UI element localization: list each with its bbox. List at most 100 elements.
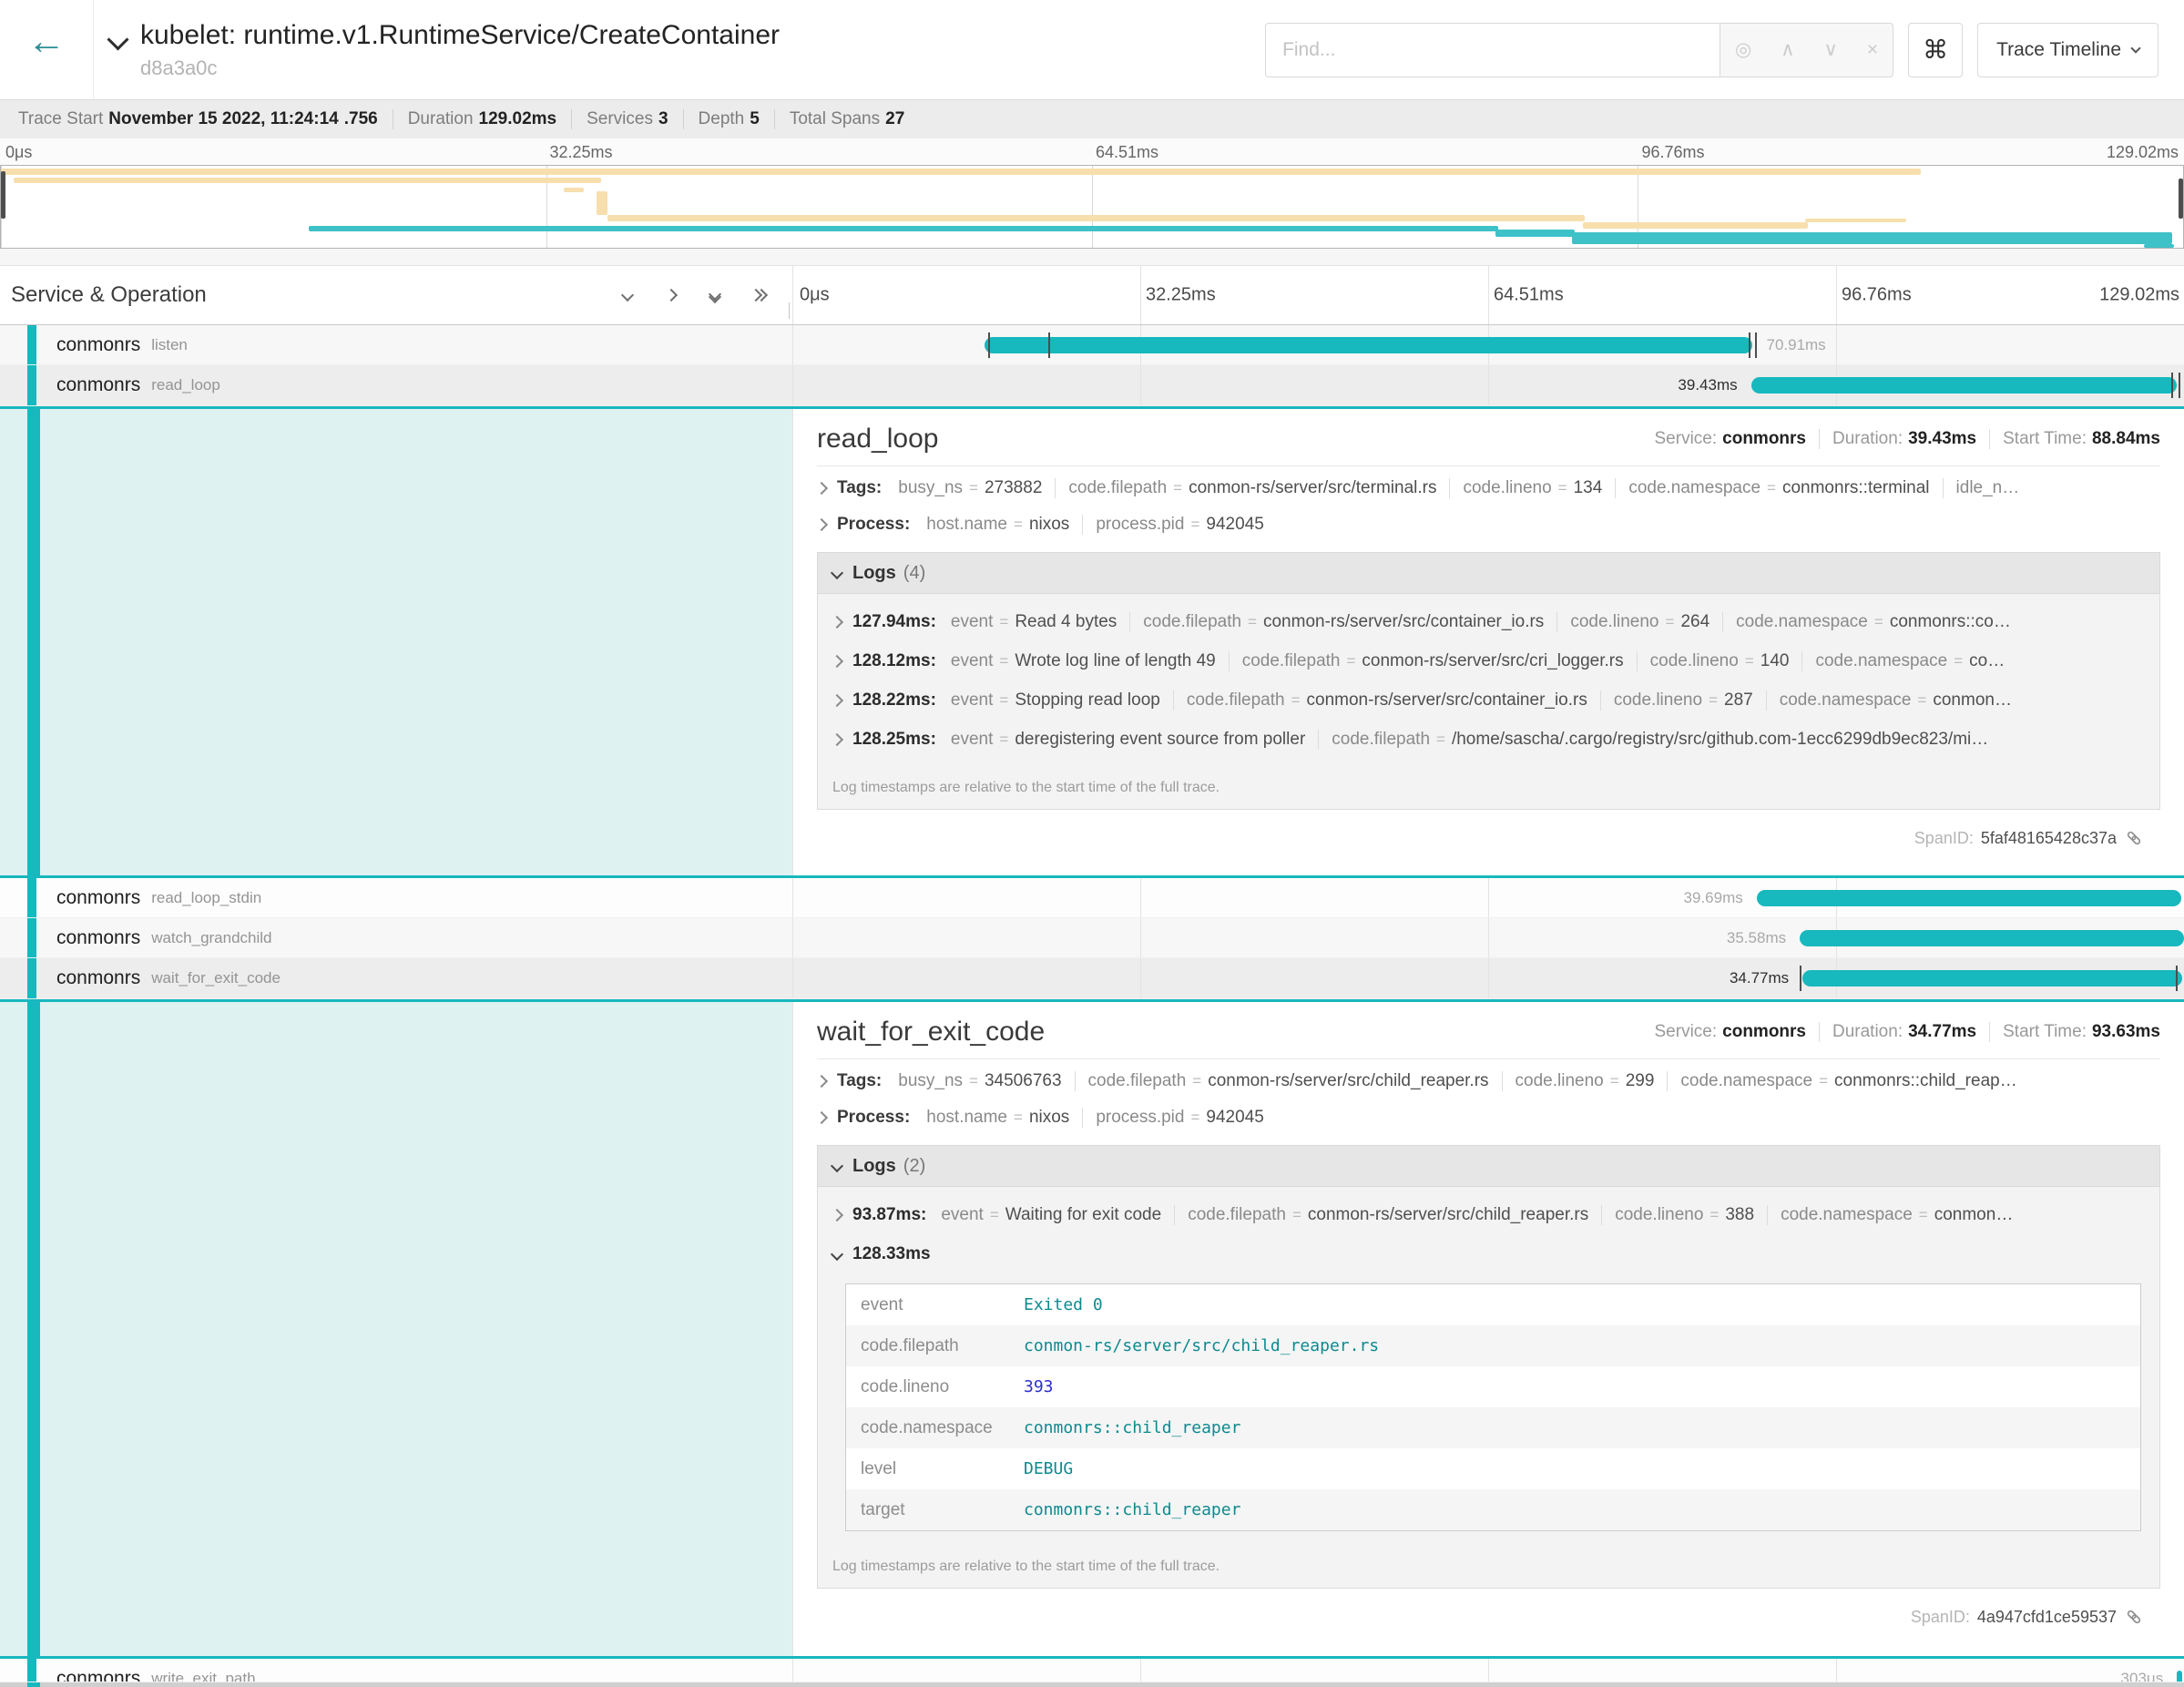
tags-row[interactable]: Tags: busy_ns=273882 code.filepath=conmo… [817,470,2160,506]
tags-label: Tags: [837,478,882,498]
process-row[interactable]: Process: host.name=nixos process.pid=942… [817,1099,2160,1136]
tick-label: 64.51ms [1494,285,1564,306]
tick-label: 64.51ms [1096,143,1158,162]
field-value: conmonrs::co… [1890,612,2011,632]
keyboard-shortcuts-button[interactable]: ⌘ [1908,23,1963,77]
log-marker [2171,373,2173,398]
command-icon: ⌘ [1923,35,1948,65]
equals-sign: = [1919,1206,1928,1224]
field-value: 34506763 [985,1071,1062,1091]
minimap-span-segment [1805,219,1905,222]
tick-label: 96.76ms [1842,285,1912,306]
equals-sign: = [1291,691,1301,710]
deep-link-icon[interactable] [2124,828,2144,848]
chevron-right-icon [817,1075,828,1088]
field-pill: code.filepath=conmon-rs/server/src/child… [1174,1205,1601,1225]
deep-link-icon[interactable] [2124,1607,2144,1627]
operation-name: wait_for_exit_code [151,969,281,987]
field-value: conmonrs::child_reaper [1024,1418,1240,1437]
equals-sign: = [1292,1206,1301,1224]
back-button[interactable]: ← [0,0,94,99]
equals-sign: = [1014,1109,1023,1127]
field-pill: code.filepath=/home/sascha/.cargo/regist… [1318,730,2001,750]
span-timeline-cell[interactable]: 303μs [792,1659,2184,1682]
minimap-span-segment [1,169,1921,175]
logs-header[interactable]: Logs (2) [817,1145,2160,1187]
tick-label: 96.76ms [1642,143,1705,162]
span-row-read-loop[interactable]: conmonrs read_loop 39.43ms [0,365,2184,406]
span-timeline-cell[interactable]: 39.69ms [792,878,2184,917]
field-pill: code.lineno=287 [1600,690,1766,711]
clear-search-icon[interactable]: × [1867,39,1878,61]
back-arrow-icon: ← [27,19,66,63]
span-row-read-loop-stdin[interactable]: conmonrs read_loop_stdin 39.69ms [0,878,2184,918]
span-name-cell[interactable]: conmonrs read_loop_stdin [0,878,792,917]
span-name-cell[interactable]: conmonrs listen [0,325,792,364]
span-bar[interactable] [1800,930,2184,946]
minimap-scrub-handle-right[interactable] [2179,179,2183,219]
process-row[interactable]: Process: host.name=nixos process.pid=942… [817,506,2160,543]
service-name: conmonrs [56,927,140,949]
span-row-wait-for-exit-code[interactable]: conmonrs wait_for_exit_code 34.77ms [0,958,2184,999]
span-bar[interactable] [1757,890,2181,906]
span-name-cell[interactable]: conmonrs write_exit_path [0,1659,792,1682]
equals-sign: = [1819,1072,1828,1090]
span-name-cell[interactable]: conmonrs read_loop [0,365,792,405]
span-timeline-cell[interactable]: 70.91ms [792,325,2184,364]
log-field-row: levelDEBUG [846,1448,2140,1489]
field-pill: code.namespace=co… [1801,651,2017,671]
span-row-write-exit-path[interactable]: conmonrs write_exit_path 303μs [0,1659,2184,1682]
minimap-scrub-handle-left[interactable] [1,171,5,219]
expand-one-icon[interactable] [619,286,636,304]
minimap-span-segment [2144,244,2175,248]
span-detail-meta: Service:conmonrs Duration:39.43ms Start … [1642,429,2161,449]
span-bar[interactable] [2177,1671,2182,1682]
trace-id: d8a3a0c [140,56,780,80]
tick-label: 32.25ms [550,143,613,162]
field-key: code.filepath [1143,612,1241,632]
collapse-one-icon[interactable] [663,286,679,304]
tags-row[interactable]: Tags: busy_ns=34506763 code.filepath=con… [817,1063,2160,1099]
log-entry[interactable]: 93.87ms: event=Waiting for exit code cod… [818,1205,2159,1225]
span-bar[interactable] [1802,970,2182,987]
expand-all-icon[interactable] [707,286,723,304]
log-entry[interactable]: 128.22ms: event=Stopping read loop code.… [818,690,2159,711]
view-selector-button[interactable]: Trace Timeline [1977,23,2158,77]
collapse-title-icon[interactable] [94,0,135,99]
match-target-icon[interactable]: ◎ [1735,38,1751,61]
field-value: 140 [1760,651,1790,671]
log-entry[interactable]: 128.12ms: event=Wrote log line of length… [818,651,2159,671]
tags-label: Tags: [837,1071,882,1091]
span-timeline-cell[interactable]: 35.58ms [792,918,2184,957]
span-bar[interactable] [1751,377,2178,394]
meta-label: Service: [1655,429,1718,448]
span-timeline-cell[interactable]: 34.77ms [792,958,2184,998]
meta-service: Service:conmonrs [1642,429,1820,449]
collapse-all-icon[interactable] [750,286,767,304]
timeline-ruler: 0μs 32.25ms 64.51ms 96.76ms 129.02ms [792,266,2184,324]
span-row-watch-grandchild[interactable]: conmonrs watch_grandchild 35.58ms [0,918,2184,958]
span-name-cell[interactable]: conmonrs wait_for_exit_code [0,958,792,998]
logs-label: Logs [852,563,896,584]
log-entry[interactable]: 128.25ms: event=deregistering event sour… [818,730,2159,750]
minimap-span-segment [1495,230,1574,237]
field-value: nixos [1029,1108,1069,1128]
field-pill: code.filepath=conmon-rs/server/src/cri_l… [1229,651,1637,671]
next-match-icon[interactable]: ∨ [1824,38,1838,61]
field-value: conmonrs::terminal [1782,478,1930,498]
timeline-minimap[interactable] [0,165,2184,249]
log-entry[interactable]: 127.94ms: event=Read 4 bytes code.filepa… [818,612,2159,632]
field-key: code.lineno [1463,478,1551,498]
log-entry-expanded-header[interactable]: 128.33ms [818,1244,2159,1264]
span-name-cell[interactable]: conmonrs watch_grandchild [0,918,792,957]
find-input[interactable] [1265,23,1720,77]
span-timeline-cell[interactable]: 39.43ms [792,365,2184,405]
logs-header[interactable]: Logs (4) [817,552,2160,594]
next-panel-edge [0,1682,2184,1687]
span-row-listen[interactable]: conmonrs listen 70.91ms [0,325,2184,365]
span-bar[interactable] [985,337,1752,353]
prev-match-icon[interactable]: ∧ [1781,38,1794,61]
field-key: code.lineno [846,1377,1024,1397]
log-marker [1800,966,1801,991]
field-value: deregistering event source from poller [1015,730,1305,750]
